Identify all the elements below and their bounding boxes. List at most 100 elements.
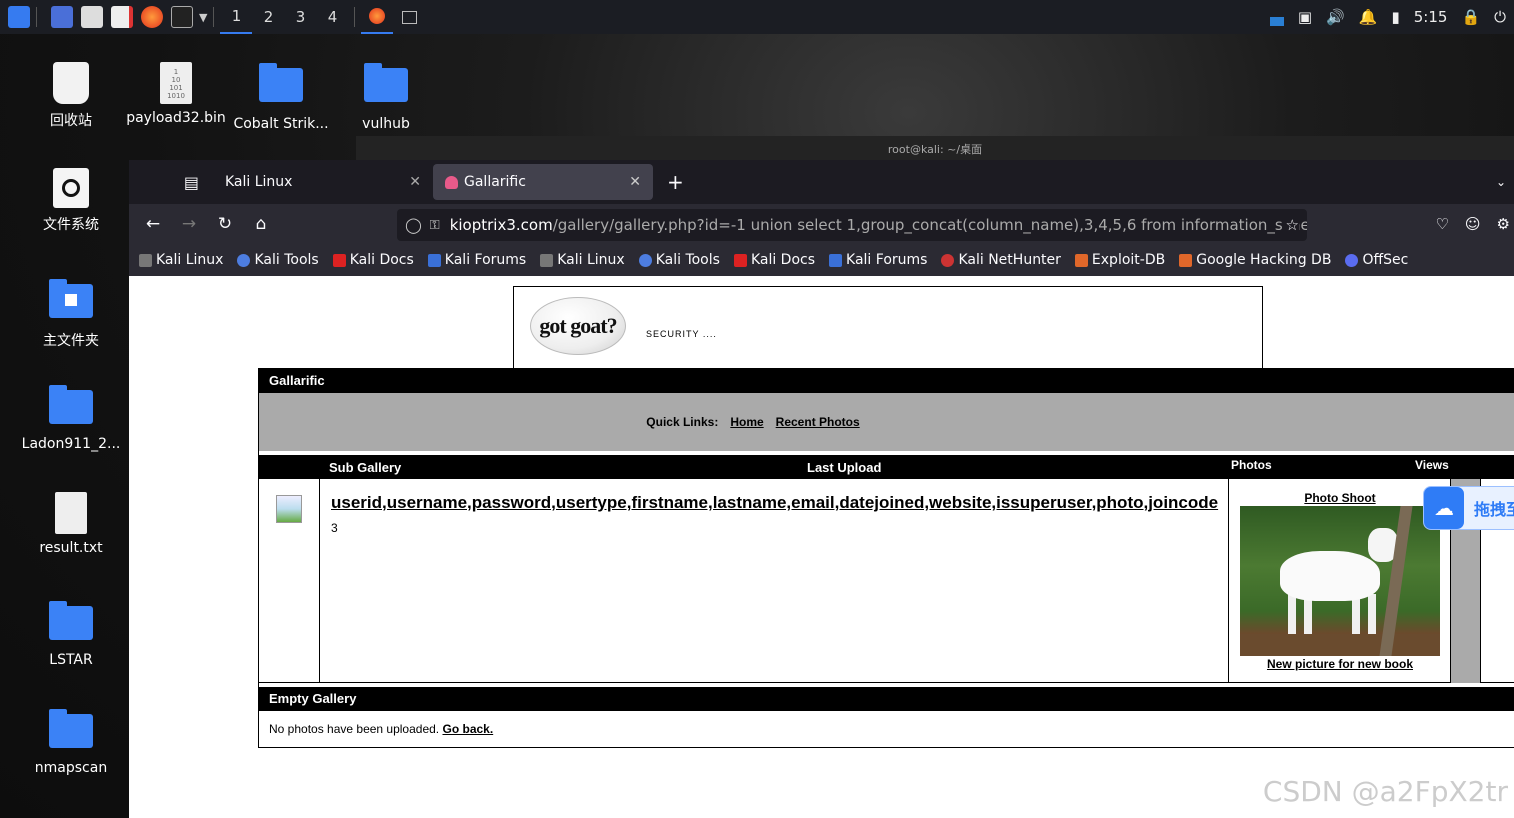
- desktop-icon-payload[interactable]: 1 10 101 1010 payload32.bin: [121, 62, 231, 126]
- bookmark-offsec[interactable]: OffSec: [1345, 252, 1408, 268]
- bookmark-kali-linux[interactable]: Kali Linux: [540, 252, 625, 268]
- home-link[interactable]: Home: [730, 415, 763, 429]
- cpu-graph-icon: [1269, 8, 1284, 26]
- show-desktop-icon[interactable]: [51, 6, 73, 28]
- battery-icon[interactable]: ▮: [1391, 8, 1399, 26]
- go-back-link[interactable]: Go back.: [442, 722, 493, 736]
- bookmark-kali-tools[interactable]: Kali Tools: [638, 252, 720, 268]
- volume-icon[interactable]: 🔊: [1326, 8, 1345, 26]
- close-icon[interactable]: ✕: [409, 174, 421, 190]
- bookmark-google-hacking-db[interactable]: Google Hacking DB: [1179, 252, 1331, 268]
- url-bar[interactable]: ◯ ⚿ kioptrix3.com/gallery/gallery.php?id…: [397, 209, 1307, 241]
- terminal-icon: [401, 10, 417, 24]
- tab-bar: ▤ Kali Linux ✕ Gallarific ✕ + ⌄: [129, 160, 1514, 204]
- empty-gallery-title: Empty Gallery: [259, 687, 1514, 711]
- lock-icon[interactable]: 🔒: [1461, 8, 1480, 26]
- tab-kali-linux[interactable]: Kali Linux ✕: [213, 164, 433, 200]
- baidu-drag-widget[interactable]: ☁ 拖拽至: [1423, 486, 1514, 530]
- chevron-down-icon[interactable]: ▼: [199, 11, 207, 24]
- desktop-icon-label: Cobalt Strik...: [233, 116, 329, 132]
- desktop-icon-nmapscan[interactable]: nmapscan: [16, 709, 126, 776]
- kali-docs-icon: [332, 253, 346, 267]
- workspace-2[interactable]: 2: [252, 0, 284, 34]
- workspace-4[interactable]: 4: [316, 0, 348, 34]
- workspace-3[interactable]: 3: [284, 0, 316, 34]
- folder-icon: [364, 63, 408, 102]
- display-icon[interactable]: ▣: [1298, 8, 1312, 26]
- drag-label: 拖拽至: [1473, 500, 1514, 519]
- pocket-icon[interactable]: ♡: [1435, 215, 1448, 233]
- tab-label: Gallarific: [464, 174, 526, 190]
- bookmark-kali-docs[interactable]: Kali Docs: [332, 252, 414, 268]
- table-header: Sub Gallery Last Upload Photos Views: [259, 455, 1514, 479]
- desktop-icon-ladon[interactable]: Ladon911_2...: [16, 385, 126, 452]
- notification-bell-icon[interactable]: 🔔: [1359, 8, 1378, 26]
- bookmark-kali-forums[interactable]: Kali Forums: [829, 252, 927, 268]
- desktop-icon-cobalt[interactable]: Cobalt Strik...: [226, 63, 336, 132]
- tab-overview-icon[interactable]: ▤: [129, 173, 213, 192]
- clock[interactable]: 5:15: [1414, 8, 1448, 26]
- table-row: userid,username,password,usertype,firstn…: [259, 479, 1514, 683]
- panel-separator: [36, 7, 37, 27]
- desktop-icon-vulhub[interactable]: vulhub: [331, 63, 441, 132]
- desktop-icon-label: LSTAR: [49, 652, 93, 668]
- desktop-icon-label: nmapscan: [34, 760, 108, 776]
- text-editor-icon[interactable]: [111, 6, 133, 28]
- kali-menu-icon[interactable]: [8, 6, 30, 28]
- file-manager-icon[interactable]: [81, 6, 103, 28]
- system-tray: ▣ 🔊 🔔 ▮ 5:15 🔒 ⏻: [1269, 0, 1506, 34]
- bookmark-star-icon[interactable]: ☆: [1281, 216, 1299, 234]
- taskbar-terminal[interactable]: [393, 0, 425, 34]
- bookmark-exploit-db[interactable]: Exploit-DB: [1074, 252, 1165, 268]
- bookmark-kali-forums[interactable]: Kali Forums: [427, 252, 526, 268]
- taskbar-firefox[interactable]: [361, 0, 394, 34]
- nethunter-icon: [941, 253, 955, 267]
- site-header: got goat? SECURITY ....: [513, 286, 1263, 368]
- desktop-icon-label: result.txt: [39, 540, 103, 556]
- no-photos-message: No photos have been uploaded. Go back.: [269, 722, 494, 736]
- desktop-icon-label: 文件系统: [43, 217, 99, 233]
- col-photos: Photos: [1231, 458, 1272, 472]
- kali-forums-icon: [829, 253, 843, 267]
- home-icon[interactable]: ⌂: [243, 214, 279, 234]
- bookmark-kali-tools[interactable]: Kali Tools: [237, 252, 319, 268]
- extensions-icon[interactable]: ⚙: [1497, 215, 1510, 233]
- new-tab-icon[interactable]: +: [667, 170, 684, 194]
- reload-icon[interactable]: ↻: [207, 214, 243, 234]
- gallery-thumbnail-icon[interactable]: [276, 495, 302, 523]
- shield-icon[interactable]: ◯: [405, 216, 422, 234]
- bookmark-kali-docs[interactable]: Kali Docs: [733, 252, 815, 268]
- desktop-icon-filesystem[interactable]: 文件系统: [16, 168, 126, 234]
- photo-title-link[interactable]: Photo Shoot: [1229, 491, 1451, 505]
- firefox-icon[interactable]: [141, 6, 163, 28]
- back-icon[interactable]: ←: [135, 214, 171, 234]
- power-icon[interactable]: ⏻: [1494, 8, 1506, 26]
- folder-icon: [49, 601, 93, 640]
- terminal-window-titlebar[interactable]: root@kali: ~/桌面: [356, 136, 1514, 160]
- thumb-cell: [259, 479, 320, 683]
- kali-dragon-icon: [139, 253, 152, 267]
- desktop-icon-result[interactable]: result.txt: [16, 492, 126, 556]
- terminal-icon[interactable]: [171, 6, 193, 28]
- col-sub-gallery: Sub Gallery: [329, 460, 402, 475]
- bookmark-kali-nethunter[interactable]: Kali NetHunter: [941, 252, 1061, 268]
- tab-gallarific[interactable]: Gallarific ✕: [433, 164, 653, 200]
- list-tabs-icon[interactable]: ⌄: [1496, 175, 1506, 189]
- goat-photo[interactable]: [1240, 506, 1440, 656]
- desktop-icon-home[interactable]: 主文件夹: [16, 279, 126, 350]
- account-icon[interactable]: ☺: [1465, 215, 1481, 233]
- workspace-1[interactable]: 1: [220, 0, 253, 34]
- ghdb-icon: [1179, 253, 1193, 267]
- forward-icon[interactable]: →: [171, 214, 207, 234]
- firefox-icon: [369, 8, 386, 24]
- recent-photos-link[interactable]: Recent Photos: [776, 415, 860, 429]
- desktop-icon-trash[interactable]: 回收站: [16, 62, 126, 130]
- desktop-icon-lstar[interactable]: LSTAR: [16, 601, 126, 668]
- lock-icon[interactable]: ⚿: [430, 218, 440, 233]
- photo-caption-link[interactable]: New picture for new book: [1229, 657, 1451, 671]
- web-page: got goat? SECURITY .... Gallarific Quick…: [129, 276, 1514, 818]
- close-icon[interactable]: ✕: [629, 174, 641, 190]
- bookmark-kali-linux[interactable]: Kali Linux: [139, 252, 223, 268]
- home-folder-icon: [49, 279, 93, 318]
- kali-dragon-icon: [540, 253, 554, 267]
